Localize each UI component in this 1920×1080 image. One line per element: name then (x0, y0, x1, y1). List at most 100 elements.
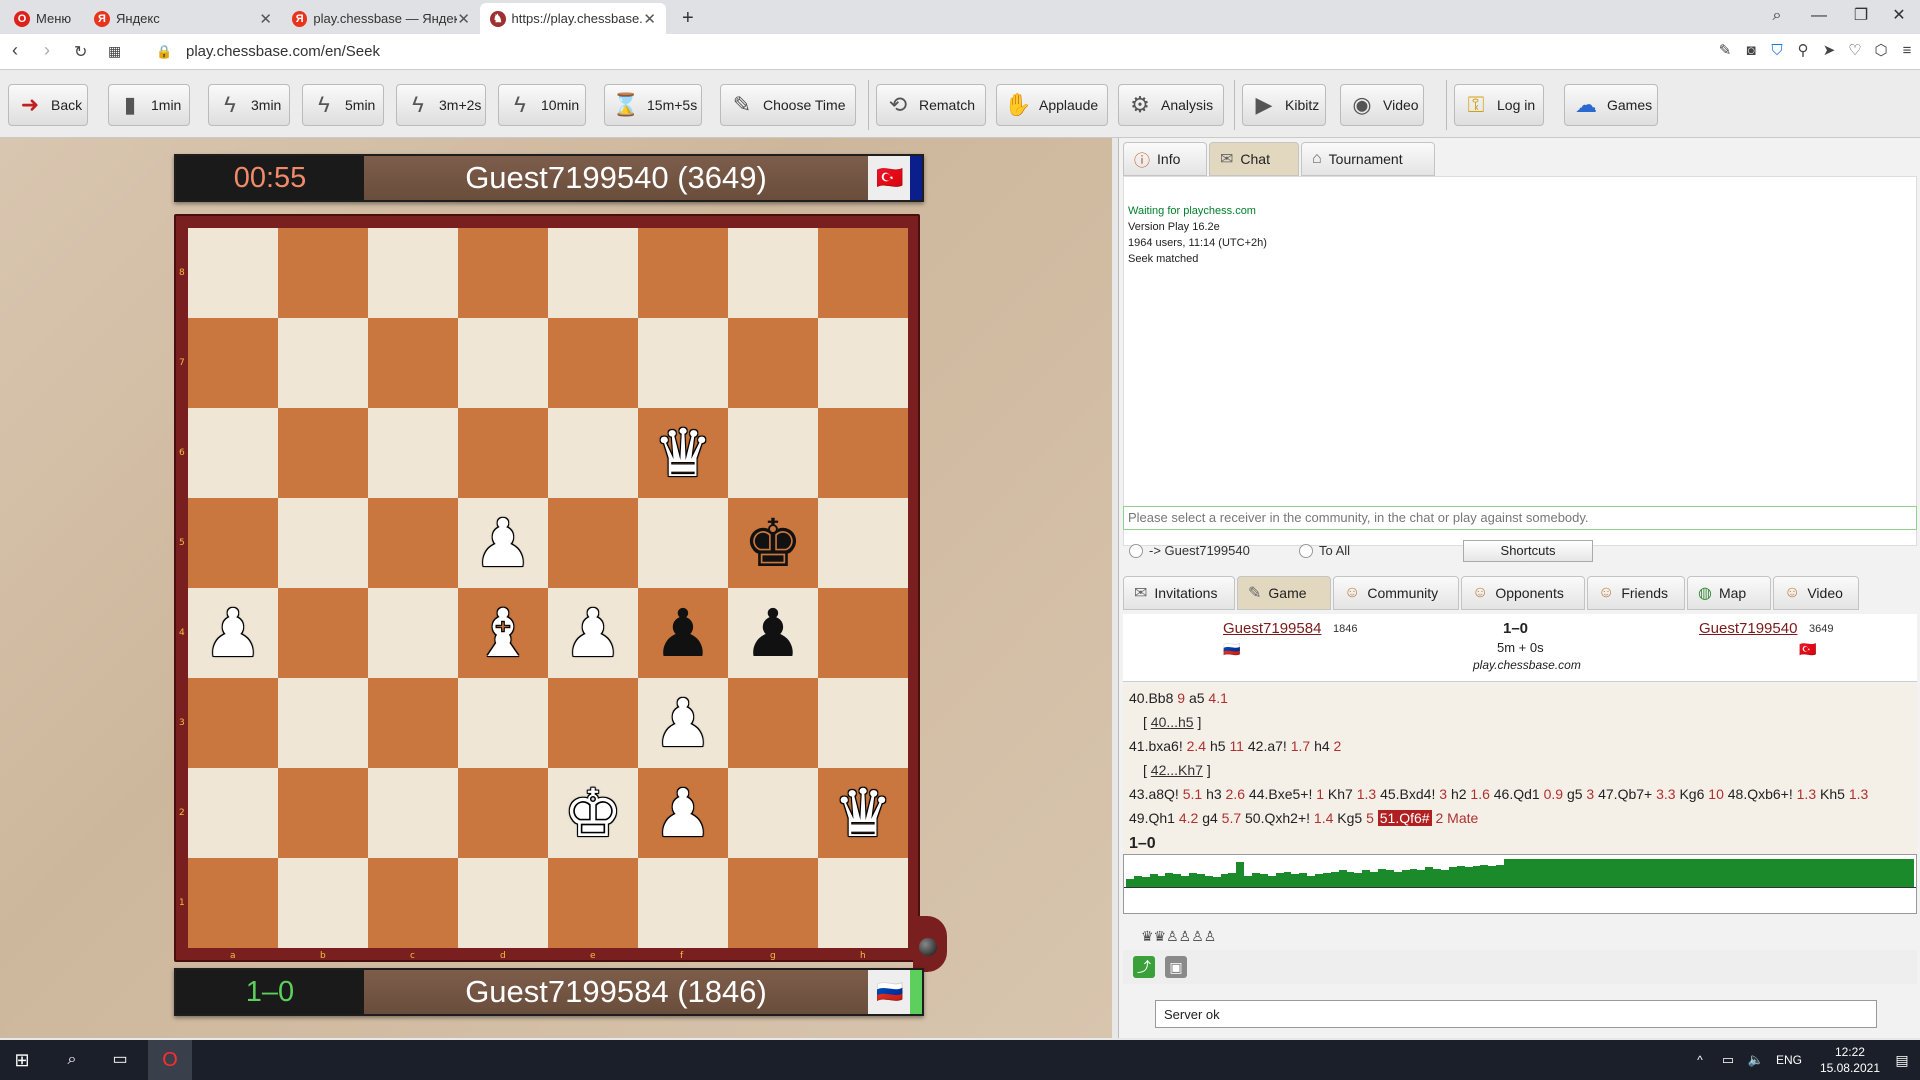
move[interactable]: h5 (1210, 738, 1226, 754)
forward-icon[interactable]: › (44, 40, 50, 61)
move[interactable]: 47.Qb7+ (1598, 786, 1652, 802)
square-e4[interactable]: ♟ (548, 588, 638, 678)
move[interactable]: 45.Bxd4! (1380, 786, 1435, 802)
search-tabs-icon[interactable]: ⌕ (1754, 0, 1800, 32)
square-d6[interactable] (458, 408, 548, 498)
back-button[interactable]: ➜ Back (8, 84, 88, 126)
square-h4[interactable] (818, 588, 908, 678)
move[interactable]: 50.Qxh2+! (1245, 810, 1310, 826)
applaude-button[interactable]: ✋ Applaude (996, 84, 1108, 126)
square-g2[interactable] (728, 768, 818, 858)
move[interactable]: h2 (1451, 786, 1467, 802)
square-c3[interactable] (368, 678, 458, 768)
pin-icon[interactable]: ⚲ (1794, 42, 1812, 60)
square-f3[interactable]: ♟ (638, 678, 728, 768)
send-icon[interactable]: ➤ (1820, 42, 1838, 60)
back-icon[interactable]: ‹ (12, 40, 18, 61)
square-a2[interactable] (188, 768, 278, 858)
square-c4[interactable] (368, 588, 458, 678)
white-piece-d4[interactable]: ♝ (473, 600, 532, 666)
tab-friends[interactable]: ☺ Friends (1587, 576, 1685, 610)
save-icon[interactable]: ▣ (1165, 956, 1187, 978)
white-piece-h2[interactable]: ♛ (833, 780, 892, 846)
move[interactable]: 48.Qxb6+! (1728, 786, 1793, 802)
tray-chevron-icon[interactable]: ^ (1690, 1040, 1710, 1080)
square-f7[interactable] (638, 318, 728, 408)
black-piece-g4[interactable]: ♟ (743, 600, 802, 666)
move[interactable]: 44.Bxe5+! (1249, 786, 1312, 802)
square-a8[interactable] (188, 228, 278, 318)
move[interactable]: Kg5 (1337, 810, 1362, 826)
volume-icon[interactable]: 🔈 (1744, 1040, 1768, 1080)
square-e1[interactable] (548, 858, 638, 948)
square-d1[interactable] (458, 858, 548, 948)
square-e6[interactable] (548, 408, 638, 498)
move[interactable]: 49.Qh1 (1129, 810, 1175, 826)
square-e5[interactable] (548, 498, 638, 588)
taskbar-clock[interactable]: 12:22 15.08.2021 (1820, 1044, 1880, 1076)
square-d2[interactable] (458, 768, 548, 858)
login-button[interactable]: ⚿ Log in (1454, 84, 1544, 126)
square-c1[interactable] (368, 858, 458, 948)
tab-invitations[interactable]: ✉ Invitations (1123, 576, 1235, 610)
square-h6[interactable] (818, 408, 908, 498)
variation-move[interactable]: 40...h5 (1151, 714, 1194, 730)
move[interactable]: 42.a7! (1248, 738, 1287, 754)
square-a3[interactable] (188, 678, 278, 768)
tab-game[interactable]: ✎ Game (1237, 576, 1331, 610)
square-h1[interactable] (818, 858, 908, 948)
move[interactable]: h3 (1206, 786, 1222, 802)
square-c2[interactable] (368, 768, 458, 858)
square-c7[interactable] (368, 318, 458, 408)
square-c5[interactable] (368, 498, 458, 588)
square-h2[interactable]: ♛ (818, 768, 908, 858)
url-field[interactable]: play.chessbase.com/en/Seek (186, 43, 380, 60)
task-view-icon[interactable]: ▭ (98, 1040, 142, 1080)
kibitz-button[interactable]: ▶ Kibitz (1242, 84, 1326, 126)
close-tab-icon[interactable]: ✕ (643, 10, 656, 28)
square-a4[interactable]: ♟ (188, 588, 278, 678)
browser-menu-button[interactable]: O Меню (4, 3, 84, 34)
square-d5[interactable]: ♟ (458, 498, 548, 588)
settings-icon[interactable]: ≡ (1898, 42, 1916, 60)
evaluation-graph[interactable] (1123, 854, 1917, 914)
camera-icon[interactable]: ◙ (1742, 42, 1760, 60)
square-b2[interactable] (278, 768, 368, 858)
video-button[interactable]: ◉ Video (1340, 84, 1424, 126)
square-d4[interactable]: ♝ (458, 588, 548, 678)
edit-icon[interactable]: ✎ (1716, 42, 1734, 60)
square-f4[interactable]: ♟ (638, 588, 728, 678)
windows-start-icon[interactable]: ⊞ (0, 1040, 44, 1080)
move[interactable]: Kh5 (1820, 786, 1845, 802)
games-button[interactable]: ☁ Games (1564, 84, 1658, 126)
square-b7[interactable] (278, 318, 368, 408)
rematch-button[interactable]: ⟲ Rematch (876, 84, 986, 126)
analysis-button[interactable]: ⚙ Analysis (1118, 84, 1224, 126)
black-piece-g5[interactable]: ♚ (743, 510, 802, 576)
square-g7[interactable] (728, 318, 818, 408)
square-e2[interactable]: ♚ (548, 768, 638, 858)
time-3m2s-button[interactable]: ϟ 3m+2s (396, 84, 486, 126)
square-c6[interactable] (368, 408, 458, 498)
move[interactable]: g4 (1202, 810, 1218, 826)
language-indicator[interactable]: ENG (1772, 1040, 1806, 1080)
square-g8[interactable] (728, 228, 818, 318)
move[interactable]: 43.a8Q! (1129, 786, 1179, 802)
square-b6[interactable] (278, 408, 368, 498)
square-h5[interactable] (818, 498, 908, 588)
move[interactable]: 40.Bb8 (1129, 690, 1173, 706)
white-piece-e2[interactable]: ♚ (563, 780, 622, 846)
square-h3[interactable] (818, 678, 908, 768)
chat-input[interactable]: Please select a receiver in the communit… (1123, 506, 1917, 530)
square-e7[interactable] (548, 318, 638, 408)
white-piece-d5[interactable]: ♟ (473, 510, 532, 576)
search-icon[interactable]: ⌕ (50, 1040, 94, 1080)
move[interactable]: a5 (1189, 690, 1205, 706)
square-f2[interactable]: ♟ (638, 768, 728, 858)
shield-icon[interactable]: ⛉ (1768, 42, 1786, 60)
white-piece-f2[interactable]: ♟ (653, 780, 712, 846)
time-15m5s-button[interactable]: ⌛ 15m+5s (604, 84, 702, 126)
move[interactable]: h4 (1314, 738, 1330, 754)
close-tab-icon[interactable]: ✕ (259, 10, 272, 28)
square-b5[interactable] (278, 498, 368, 588)
